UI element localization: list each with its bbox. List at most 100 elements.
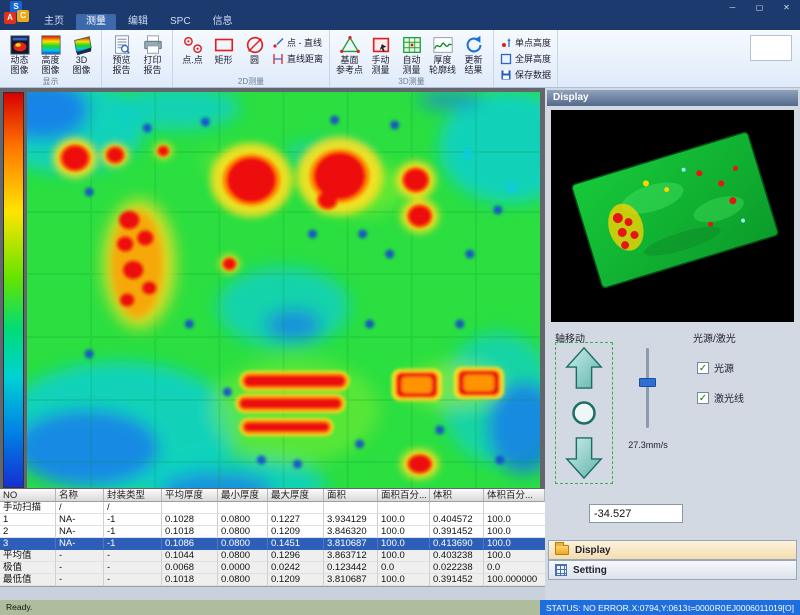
table-cell: 平均值 bbox=[0, 550, 56, 562]
point-line-button[interactable]: 点 - 直线 bbox=[270, 35, 325, 50]
table-row-selected[interactable]: 3NA--10.10860.08000.14513.810687100.00.4… bbox=[0, 538, 545, 550]
table-cell: 手动扫描 bbox=[0, 502, 56, 514]
nav-display[interactable]: Display bbox=[548, 540, 797, 560]
table-cell bbox=[324, 502, 378, 514]
preview-report-icon bbox=[111, 34, 133, 56]
tab-edit[interactable]: 编辑 bbox=[118, 14, 158, 30]
button-label: 矩形 bbox=[214, 56, 232, 66]
table-cell: 0.0800 bbox=[218, 574, 268, 586]
ribbon-toolbar: 动态 图像 高度 图像 3D 图像 显示 bbox=[0, 30, 800, 88]
table-cell: - bbox=[104, 562, 162, 574]
table-cell: 0.1028 bbox=[162, 514, 218, 526]
axis-down-button[interactable] bbox=[564, 436, 604, 480]
ribbon-tabs: 主页 测量 编辑 SPC 信息 bbox=[34, 14, 243, 30]
minimize-button[interactable]: ─ bbox=[719, 0, 746, 15]
maximize-button[interactable]: ▢ bbox=[746, 0, 773, 15]
column-header[interactable]: 体积百分... bbox=[484, 489, 545, 502]
button-label: 报告 bbox=[143, 66, 161, 76]
table-cell: 0.0242 bbox=[268, 562, 324, 574]
speed-slider[interactable] bbox=[633, 348, 661, 428]
3d-image-button[interactable]: 3D 图像 bbox=[66, 33, 97, 75]
manual-measure-icon bbox=[370, 34, 392, 56]
dynamic-image-button[interactable]: 动态 图像 bbox=[4, 33, 35, 75]
checkbox-laser-line[interactable]: ✓ 激光线 bbox=[697, 390, 744, 405]
column-header[interactable]: 封装类型 bbox=[104, 489, 162, 502]
column-header[interactable]: 最大厚度 bbox=[268, 489, 324, 502]
dynamic-image-icon bbox=[9, 34, 31, 56]
table-cell: 0.0 bbox=[484, 562, 545, 574]
tab-measure[interactable]: 测量 bbox=[76, 14, 116, 30]
print-report-button[interactable]: 打印 报告 bbox=[137, 33, 168, 75]
table-row[interactable]: 平均值--0.10440.08000.12963.863712100.00.40… bbox=[0, 550, 545, 562]
table-cell: 0.0800 bbox=[218, 526, 268, 538]
table-cell: - bbox=[56, 550, 104, 562]
column-header[interactable]: 面积 bbox=[324, 489, 378, 502]
table-cell: 0.413690 bbox=[430, 538, 484, 550]
position-input[interactable] bbox=[589, 504, 683, 523]
table-cell: 0.1296 bbox=[268, 550, 324, 562]
column-header[interactable]: 名称 bbox=[56, 489, 104, 502]
point-line-icon bbox=[272, 37, 284, 49]
nav-setting[interactable]: Setting bbox=[548, 560, 797, 580]
table-icon bbox=[555, 564, 567, 576]
slider-handle[interactable] bbox=[639, 378, 656, 387]
table-row[interactable]: 手动扫描// bbox=[0, 502, 545, 514]
axis-up-button[interactable] bbox=[564, 346, 604, 390]
display-panel: Display bbox=[545, 88, 800, 600]
button-label: 图像 bbox=[41, 66, 59, 76]
height-map-image[interactable] bbox=[27, 92, 540, 488]
3d-image-icon bbox=[71, 34, 93, 56]
table-cell bbox=[378, 502, 430, 514]
base-reference-button[interactable]: 基面 参考点 bbox=[334, 33, 365, 75]
table-row[interactable]: 极值--0.00680.00000.02420.1234420.00.02223… bbox=[0, 562, 545, 574]
thickness-profile-button[interactable]: 厚度 轮廓线 bbox=[427, 33, 458, 75]
preview-report-button[interactable]: 预览 报告 bbox=[106, 33, 137, 75]
axis-stop-button[interactable] bbox=[569, 398, 599, 428]
column-header[interactable]: 最小厚度 bbox=[218, 489, 268, 502]
point-point-button[interactable]: 点.点 bbox=[177, 33, 208, 66]
column-header[interactable]: 面积百分... bbox=[378, 489, 430, 502]
button-label: 报告 bbox=[112, 66, 130, 76]
refresh-icon bbox=[463, 34, 485, 56]
nav-display-label: Display bbox=[575, 545, 611, 556]
table-cell: 0.404572 bbox=[430, 514, 484, 526]
table-row[interactable]: 1NA--10.10280.08000.12273.934129100.00.4… bbox=[0, 514, 545, 526]
column-header[interactable]: 平均厚度 bbox=[162, 489, 218, 502]
table-cell: 0.0000 bbox=[218, 562, 268, 574]
button-label: 点 - 直线 bbox=[287, 36, 322, 49]
height-map-view[interactable] bbox=[27, 92, 540, 488]
height-image-button[interactable]: 高度 图像 bbox=[35, 33, 66, 75]
3d-board-render bbox=[551, 110, 794, 322]
table-cell: 100.0 bbox=[378, 514, 430, 526]
table-cell: 0.1209 bbox=[268, 574, 324, 586]
save-data-button[interactable]: 保存数据 bbox=[498, 67, 553, 82]
3d-view[interactable] bbox=[551, 110, 794, 322]
column-header[interactable]: 体积 bbox=[430, 489, 484, 502]
checkbox-light[interactable]: ✓ 光源 bbox=[697, 360, 734, 375]
table-row[interactable]: 最低值--0.10180.08000.12093.810687100.00.39… bbox=[0, 574, 545, 586]
line-distance-button[interactable]: 直线距离 bbox=[270, 51, 325, 66]
status-r: R0 bbox=[715, 603, 726, 613]
manual-measure-button[interactable]: 手动 测量 bbox=[365, 33, 396, 75]
table-cell: 0.0800 bbox=[218, 514, 268, 526]
single-point-height-button[interactable]: 单点高度 bbox=[498, 35, 553, 50]
column-header[interactable]: NO bbox=[0, 489, 56, 502]
close-button[interactable]: ✕ bbox=[773, 0, 800, 15]
auto-measure-button[interactable]: 自动 测量 bbox=[396, 33, 427, 75]
slider-track[interactable] bbox=[646, 348, 649, 428]
table-cell bbox=[430, 502, 484, 514]
tab-info[interactable]: 信息 bbox=[203, 14, 243, 30]
checkbox-light-box[interactable]: ✓ bbox=[697, 362, 709, 374]
rectangle-button[interactable]: 矩形 bbox=[208, 33, 239, 66]
group-label-3d-measure: 3D测量 bbox=[330, 76, 493, 87]
table-cell: -1 bbox=[104, 538, 162, 550]
table-cell: 0.1227 bbox=[268, 514, 324, 526]
checkbox-laser-line-box[interactable]: ✓ bbox=[697, 392, 709, 404]
tab-spc[interactable]: SPC bbox=[160, 14, 201, 30]
table-cell: - bbox=[56, 562, 104, 574]
update-result-button[interactable]: 更新 结果 bbox=[458, 33, 489, 75]
full-screen-height-button[interactable]: 全屏高度 bbox=[498, 51, 553, 66]
tab-home[interactable]: 主页 bbox=[34, 14, 74, 30]
circle-button[interactable]: 圆 bbox=[239, 33, 270, 66]
table-row[interactable]: 2NA--10.10180.08000.12093.846320100.00.3… bbox=[0, 526, 545, 538]
